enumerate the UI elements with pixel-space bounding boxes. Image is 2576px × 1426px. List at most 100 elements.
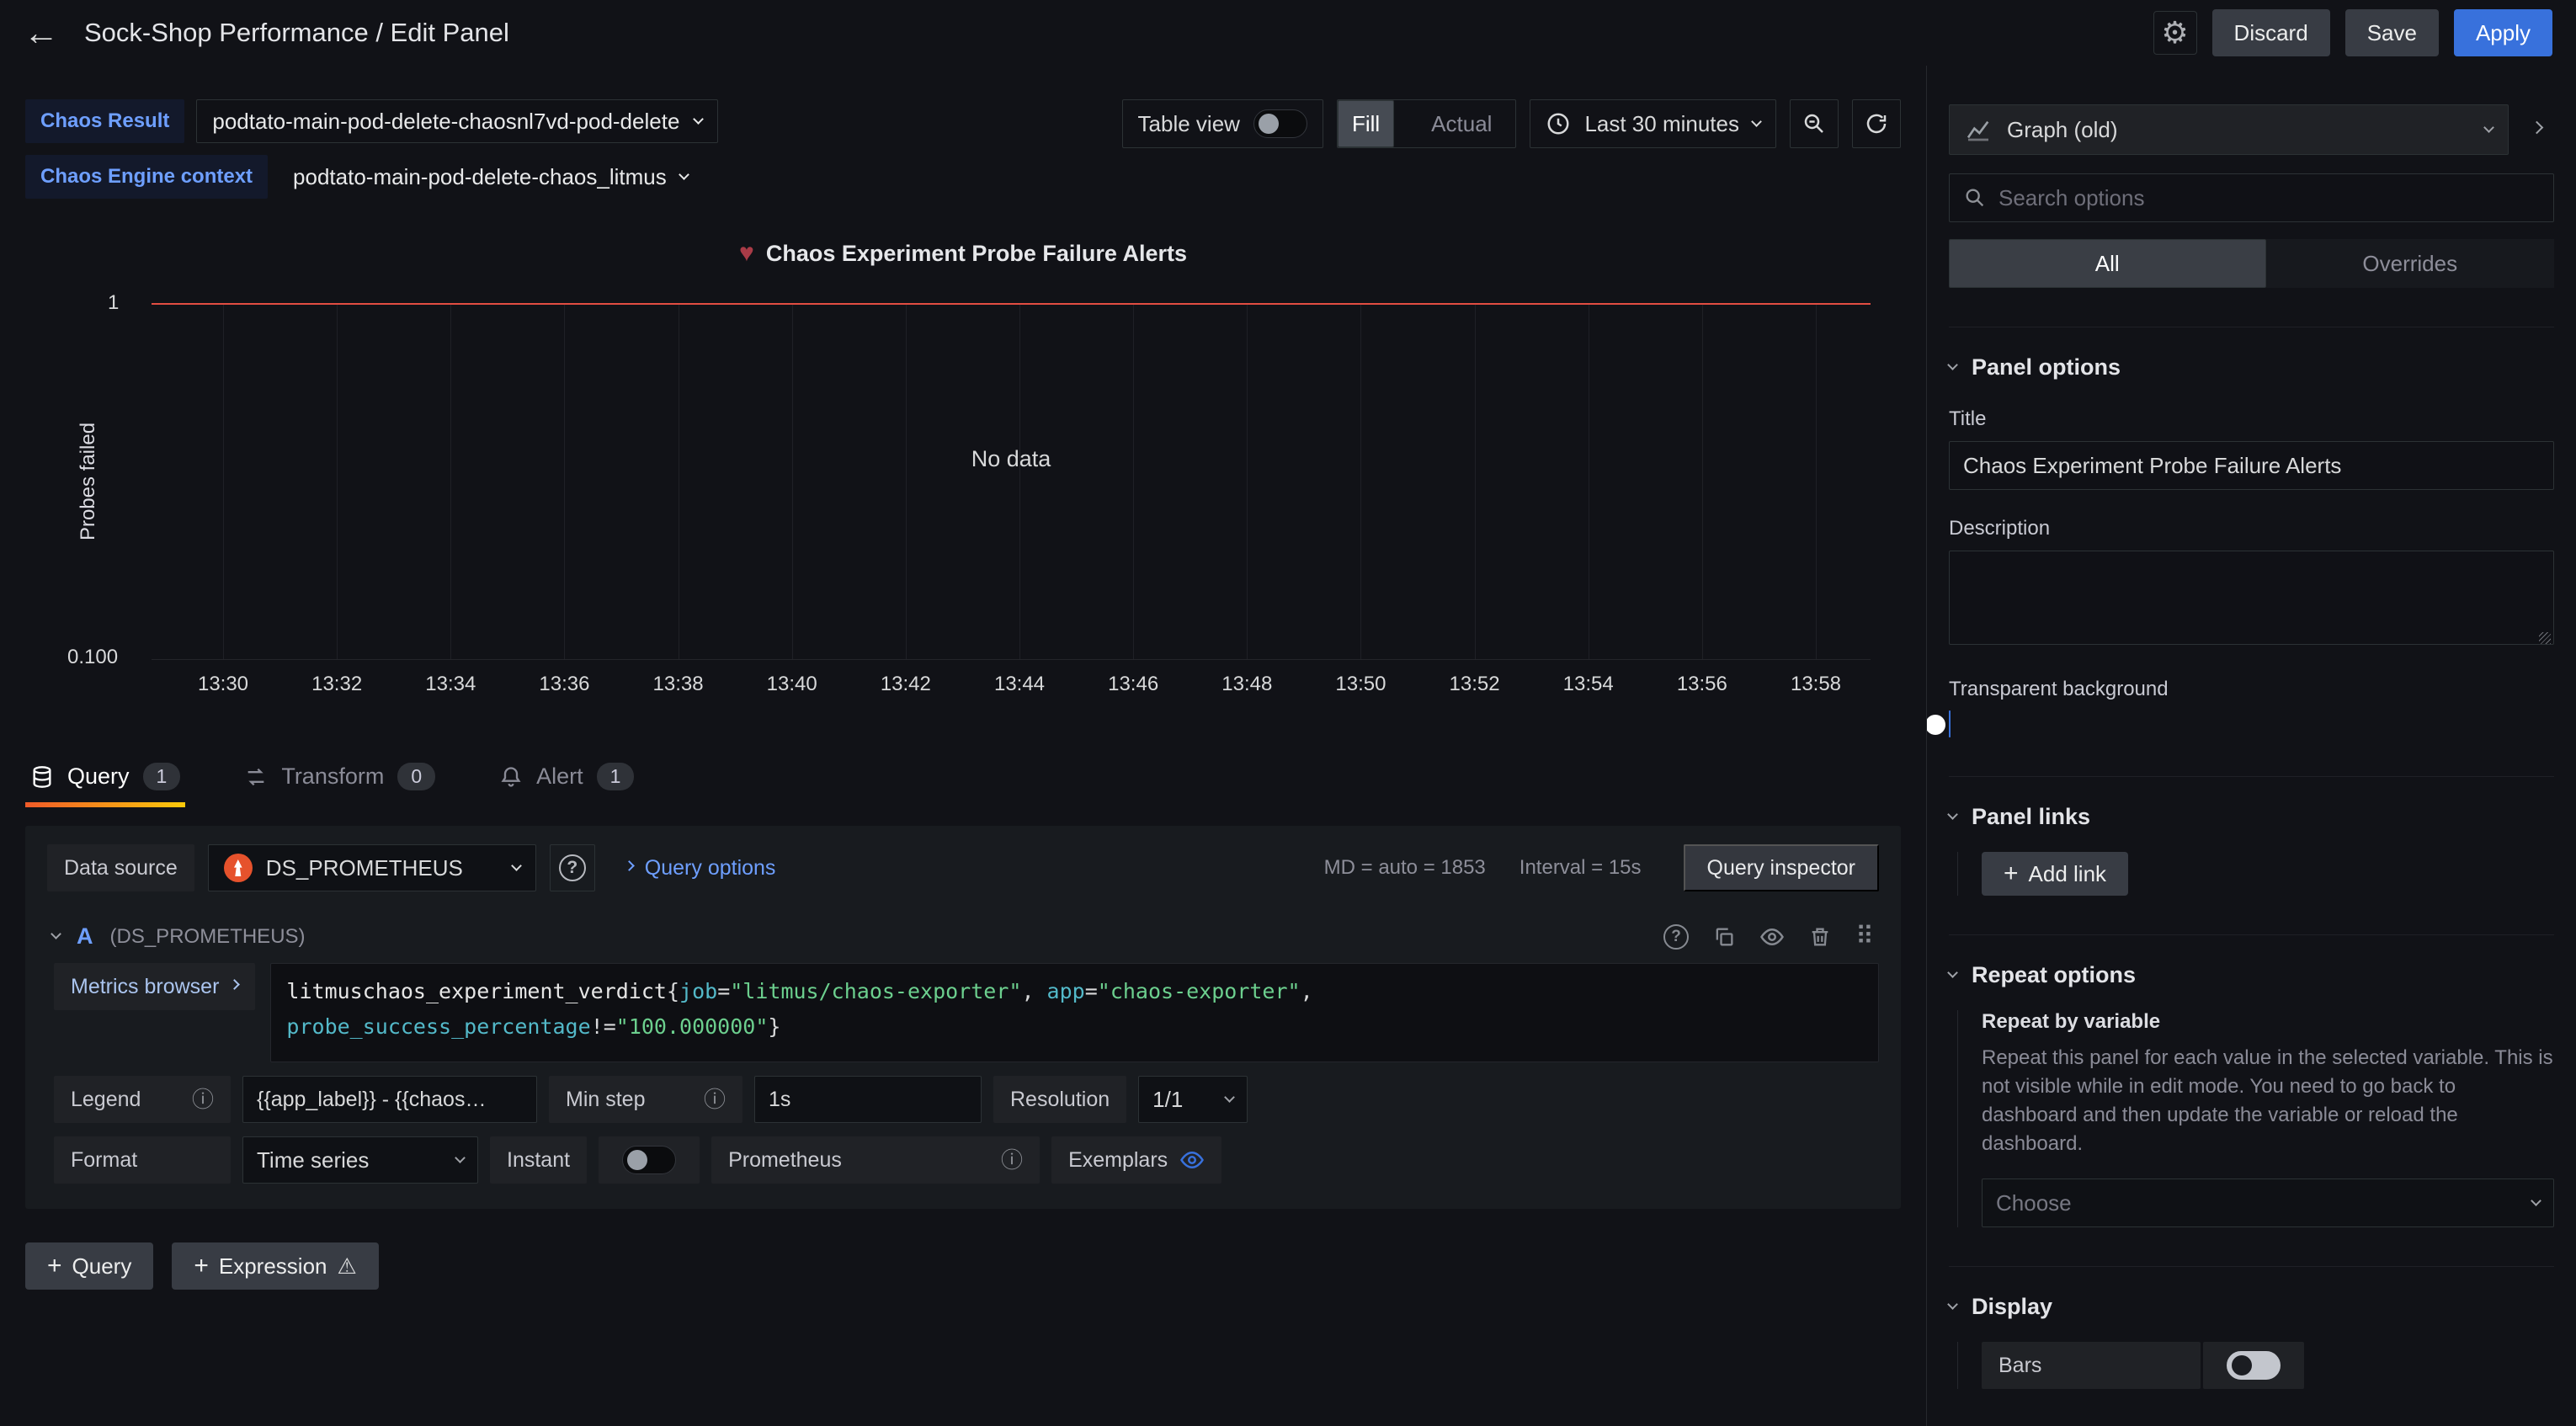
gear-icon[interactable]: ⚙ xyxy=(2153,11,2197,55)
exemplars-label: Exemplars xyxy=(1068,1148,1168,1173)
plus-icon: + xyxy=(47,1252,62,1280)
database-icon xyxy=(30,765,54,789)
topbar: ← Sock-Shop Performance / Edit Panel ⚙ D… xyxy=(0,0,2576,66)
legend-input[interactable] xyxy=(242,1076,537,1123)
toggle-viz-picker-button[interactable] xyxy=(2519,128,2554,132)
chaos-engine-dropdown[interactable]: podtato-main-pod-delete-chaos_litmus xyxy=(279,155,701,199)
collapse-query-chevron[interactable] xyxy=(51,928,61,939)
tab-alert-count: 1 xyxy=(597,763,635,790)
panel-title-input[interactable] xyxy=(1949,441,2554,490)
chevron-down-icon xyxy=(679,169,689,180)
duplicate-query-button[interactable] xyxy=(1712,925,1736,949)
heart-icon: ♥ xyxy=(739,239,754,268)
back-arrow-icon[interactable]: ← xyxy=(24,15,59,51)
refresh-button[interactable] xyxy=(1852,99,1901,148)
x-tick-label: 13:34 xyxy=(425,673,476,696)
metrics-browser-button[interactable]: Metrics browser xyxy=(54,963,255,1010)
actual-option[interactable]: Actual xyxy=(1408,100,1515,147)
repeat-options-header[interactable]: Repeat options xyxy=(1949,962,2554,988)
chaos-result-dropdown[interactable]: podtato-main-pod-delete-chaosnl7vd-pod-d… xyxy=(196,99,718,143)
x-tick-label: 13:32 xyxy=(311,673,362,696)
min-step-input[interactable] xyxy=(754,1076,982,1123)
question-icon: ? xyxy=(559,854,586,881)
datasource-help-button[interactable]: ? xyxy=(550,844,595,891)
chevron-down-icon xyxy=(1947,967,1958,978)
bars-toggle[interactable] xyxy=(2227,1351,2281,1380)
datasource-value: DS_PROMETHEUS xyxy=(266,855,463,881)
page-title: Sock-Shop Performance / Edit Panel xyxy=(84,18,509,48)
tab-alert[interactable]: Alert 1 xyxy=(494,754,639,807)
exemplars-eye-icon[interactable] xyxy=(1179,1147,1205,1173)
info-icon: ⓘ xyxy=(192,1088,214,1110)
tab-alert-label: Alert xyxy=(536,764,583,790)
resolution-value: 1/1 xyxy=(1152,1087,1183,1113)
tab-overrides[interactable]: Overrides xyxy=(2266,239,2555,288)
save-button[interactable]: Save xyxy=(2345,9,2439,56)
time-range-picker[interactable]: Last 30 minutes xyxy=(1530,99,1776,148)
drag-handle-icon[interactable]: ⠿ xyxy=(1855,924,1874,950)
transparent-bg-toggle[interactable] xyxy=(1949,710,1951,737)
bars-toggle-wrap xyxy=(2203,1342,2304,1389)
title-field-label: Title xyxy=(1949,407,2554,431)
transform-icon xyxy=(244,765,268,789)
format-select[interactable]: Time series xyxy=(242,1136,478,1184)
x-tick-label: 13:36 xyxy=(539,673,589,696)
zoom-out-button[interactable] xyxy=(1790,99,1839,148)
gridline xyxy=(1247,305,1248,659)
resolution-select[interactable]: 1/1 xyxy=(1138,1076,1248,1123)
add-expression-button[interactable]: + Expression ⚠ xyxy=(172,1242,378,1290)
add-query-button[interactable]: + Query xyxy=(25,1242,153,1290)
repeat-variable-select[interactable]: Choose xyxy=(1982,1179,2554,1227)
chaos-result-value: podtato-main-pod-delete-chaosnl7vd-pod-d… xyxy=(212,109,679,135)
chevron-right-icon xyxy=(2530,120,2543,134)
gridline xyxy=(337,305,338,659)
table-view-toggle[interactable] xyxy=(1253,109,1307,138)
repeat-options-title: Repeat options xyxy=(1972,962,2136,988)
table-view-label: Table view xyxy=(1138,111,1240,137)
query-code[interactable]: litmuschaos_experiment_verdict{job="litm… xyxy=(270,963,1879,1062)
panel-links-header[interactable]: Panel links xyxy=(1949,804,2554,830)
gridline xyxy=(1360,305,1361,659)
bell-icon xyxy=(499,765,523,789)
delete-query-button[interactable] xyxy=(1808,925,1832,949)
query-options-label: Query options xyxy=(645,856,776,881)
plus-icon: + xyxy=(194,1252,209,1280)
datasource-picker[interactable]: DS_PROMETHEUS xyxy=(208,844,536,891)
chevron-down-icon xyxy=(455,1152,466,1163)
display-header[interactable]: Display xyxy=(1949,1294,2554,1320)
plus-icon: + xyxy=(2004,859,2019,888)
tab-query[interactable]: Query 1 xyxy=(25,754,185,807)
description-field-label: Description xyxy=(1949,517,2554,540)
prometheus-field: Prometheus ⓘ xyxy=(711,1136,1040,1184)
chevron-down-icon xyxy=(1947,809,1958,820)
legend-field-label: Legend ⓘ xyxy=(54,1076,231,1123)
visualization-picker[interactable]: Graph (old) xyxy=(1949,104,2509,155)
clock-icon xyxy=(1546,111,1571,136)
trash-icon xyxy=(1808,925,1832,949)
instant-toggle[interactable] xyxy=(622,1146,676,1174)
repeat-variable-placeholder: Choose xyxy=(1996,1190,2072,1216)
x-tick-label: 13:50 xyxy=(1335,673,1386,696)
query-help-button[interactable]: ? xyxy=(1663,924,1689,950)
gridline xyxy=(1019,305,1020,659)
add-link-button[interactable]: + Add link xyxy=(1982,852,2128,896)
tab-transform-count: 0 xyxy=(397,763,435,790)
warning-icon: ⚠ xyxy=(338,1253,357,1280)
search-input[interactable] xyxy=(1999,185,2540,211)
repeat-help-text: Repeat this panel for each value in the … xyxy=(1982,1044,2554,1158)
table-view-control: Table view xyxy=(1122,99,1323,148)
panel-options-header[interactable]: Panel options xyxy=(1949,354,2554,380)
apply-button[interactable]: Apply xyxy=(2454,9,2552,56)
description-textarea[interactable] xyxy=(1949,551,2554,645)
chevron-down-icon xyxy=(694,114,705,125)
chart-grid xyxy=(223,303,1816,659)
discard-button[interactable]: Discard xyxy=(2212,9,2330,56)
gridline xyxy=(792,305,793,659)
fill-option[interactable]: Fill xyxy=(1338,100,1394,147)
chevron-right-icon xyxy=(230,979,241,990)
query-inspector-button[interactable]: Query inspector xyxy=(1684,844,1879,891)
disable-query-button[interactable] xyxy=(1759,924,1785,950)
tab-transform[interactable]: Transform 0 xyxy=(239,754,440,807)
query-options-toggle[interactable]: Query options xyxy=(625,856,776,881)
tab-all[interactable]: All xyxy=(1949,239,2266,288)
